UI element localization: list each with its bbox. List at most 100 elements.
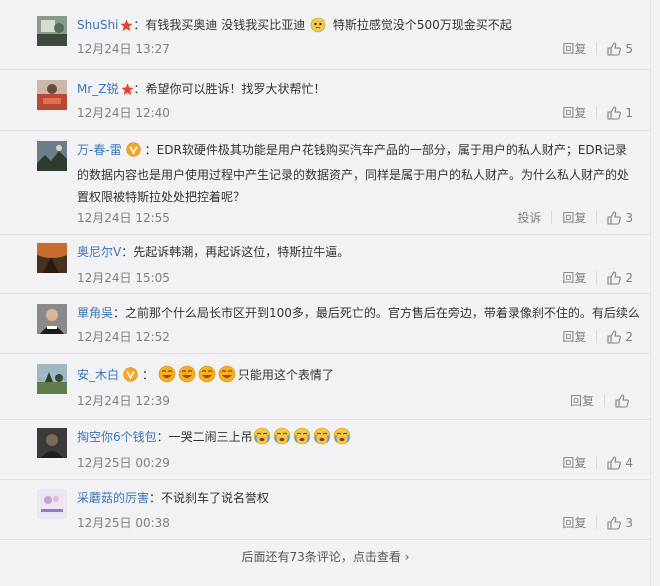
comment-text: ：有钱我买奥迪 没钱我买比亚迪 [133, 18, 306, 32]
reply-button[interactable]: 回复 [562, 269, 586, 286]
timestamp: 12月25日 00:29 [77, 456, 170, 470]
laugh-cry-emoji-icon [198, 365, 216, 383]
comment-text: ：EDR软硬件极其功能是用户花钱购买汽车产品的一部分，属于用户的私人财产；EDR… [77, 143, 630, 204]
comment-text: ：之前那个什么局长市区开到100多，最后死亡的。官方售后在旁边，带着录像刹不住的… [113, 306, 640, 320]
like-button[interactable]: 3 [607, 211, 633, 225]
username[interactable]: 掏空你6个钱包 [77, 430, 157, 444]
username[interactable]: 万-春-雷 [77, 143, 122, 157]
colon: ： [142, 368, 155, 382]
comment-item: Mr_Z锐 ：希望你可以胜诉！找罗大状帮忙！ 12月24日 12:40 回复 1 [0, 70, 651, 131]
like-count: 4 [625, 455, 633, 470]
reply-button[interactable]: 回复 [562, 209, 586, 226]
laugh-cry-emoji-icon [158, 365, 176, 383]
avatar[interactable] [37, 16, 67, 46]
username[interactable]: 奥尼尔V [77, 245, 121, 259]
comment-text: ：先起诉韩潮，再起诉这位，特斯拉牛逼。 [121, 245, 350, 259]
like-count: 2 [625, 329, 633, 344]
avatar[interactable] [37, 428, 67, 458]
report-button[interactable]: 投诉 [517, 209, 541, 226]
comment-text: ：一哭二闹三上吊 [156, 430, 253, 444]
verified-v-icon[interactable] [123, 367, 138, 389]
comment-item: 單角吳：之前那个什么局长市区开到100多，最后死亡的。官方售后在旁边，带着录像刹… [0, 294, 651, 354]
username[interactable]: 采蘑菇的厉害 [77, 491, 149, 505]
username[interactable]: ShuShi [77, 18, 118, 32]
timestamp: 12月24日 12:40 [77, 106, 170, 120]
like-button[interactable]: 1 [607, 106, 633, 120]
comment-item: 奥尼尔V：先起诉韩潮，再起诉这位，特斯拉牛逼。 12月24日 15:05 回复 … [0, 235, 651, 294]
view-more-comments-link[interactable]: 后面还有73条评论，点击查看 › [0, 548, 651, 565]
like-button[interactable]: 5 [607, 42, 633, 56]
avatar[interactable] [37, 141, 67, 171]
divider [551, 211, 553, 224]
comment-text: 只能用这个表情了 [237, 368, 334, 382]
reply-button[interactable]: 回复 [562, 104, 586, 121]
comment-item: 万-春-雷 ：EDR软硬件极其功能是用户花钱购买汽车产品的一部分，属于用户的私人财… [0, 131, 651, 235]
timestamp: 12月24日 15:05 [77, 271, 170, 285]
timestamp: 12月25日 00:38 [77, 516, 170, 530]
laugh-cry-emoji-icon [218, 365, 236, 383]
crying-emoji-icon [253, 427, 271, 445]
cat-emoji-icon [309, 15, 327, 33]
comment-item: 安_木白 ： 只能用这个表情了 12月24日 12:39 回复 [0, 354, 651, 420]
divider [596, 211, 598, 224]
timestamp: 12月24日 13:27 [77, 42, 170, 56]
divider [604, 394, 605, 407]
star-badge-icon[interactable] [120, 81, 134, 103]
comment-item: 掏空你6个钱包：一哭二闹三上吊 12月25日 00:29 回复 4 [0, 420, 651, 480]
avatar[interactable] [37, 304, 67, 334]
crying-emoji-icon [293, 427, 311, 445]
avatar[interactable] [37, 80, 67, 110]
comment-text: ：希望你可以胜诉！找罗大状帮忙！ [133, 82, 326, 96]
like-count: 1 [625, 105, 633, 120]
like-button[interactable]: 4 [607, 456, 633, 470]
divider [0, 539, 651, 540]
comment-item: ShuShi ：有钱我买奥迪 没钱我买比亚迪 特斯拉感觉没个500万现金买不起 1… [0, 0, 651, 70]
like-count: 3 [625, 210, 633, 225]
reply-button[interactable]: 回复 [562, 514, 586, 531]
avatar[interactable] [37, 489, 67, 519]
divider [596, 271, 598, 284]
reply-button[interactable]: 回复 [562, 328, 586, 345]
timestamp: 12月24日 12:39 [77, 394, 170, 408]
username[interactable]: Mr_Z锐 [77, 82, 119, 96]
like-button[interactable]: 2 [607, 271, 633, 285]
thumbs-up-icon [607, 41, 622, 56]
username[interactable]: 安_木白 [77, 368, 119, 382]
divider [596, 516, 598, 529]
divider [596, 42, 598, 55]
laugh-cry-emoji-icon [178, 365, 196, 383]
comment-text-2: 特斯拉感觉没个500万现金买不起 [332, 18, 512, 32]
thumbs-up-icon [615, 393, 629, 408]
timestamp: 12月24日 12:52 [77, 330, 170, 344]
avatar[interactable] [37, 364, 67, 394]
comment-list: ShuShi ：有钱我买奥迪 没钱我买比亚迪 特斯拉感觉没个500万现金买不起 1… [0, 0, 651, 586]
username[interactable]: 單角吳 [77, 306, 113, 320]
thumbs-up-icon [607, 210, 622, 225]
thumbs-up-icon [607, 515, 622, 530]
reply-button[interactable]: 回复 [562, 454, 586, 471]
like-button[interactable]: 3 [607, 516, 633, 530]
like-count: 2 [625, 270, 633, 285]
like-button[interactable]: 2 [607, 330, 633, 344]
thumbs-up-icon [607, 329, 622, 344]
divider [596, 106, 598, 119]
crying-emoji-icon [313, 427, 331, 445]
comment-panel: ShuShi ：有钱我买奥迪 没钱我买比亚迪 特斯拉感觉没个500万现金买不起 1… [0, 0, 660, 586]
divider [596, 330, 598, 343]
divider [596, 456, 598, 469]
like-count: 3 [625, 515, 633, 530]
timestamp: 12月24日 12:55 [77, 211, 170, 225]
like-count: 5 [625, 41, 633, 56]
thumbs-up-icon [607, 105, 622, 120]
crying-emoji-icon [333, 427, 351, 445]
avatar[interactable] [37, 243, 67, 273]
reply-button[interactable]: 回复 [562, 40, 586, 57]
comment-text: ：不说刹车了说名誉权 [149, 491, 270, 505]
verified-v-icon[interactable] [126, 142, 141, 164]
crying-emoji-icon [273, 427, 291, 445]
star-badge-icon[interactable] [120, 17, 133, 39]
reply-button[interactable]: 回复 [570, 392, 594, 409]
thumbs-up-icon [607, 270, 622, 285]
like-button[interactable] [615, 393, 633, 408]
thumbs-up-icon [607, 455, 622, 470]
